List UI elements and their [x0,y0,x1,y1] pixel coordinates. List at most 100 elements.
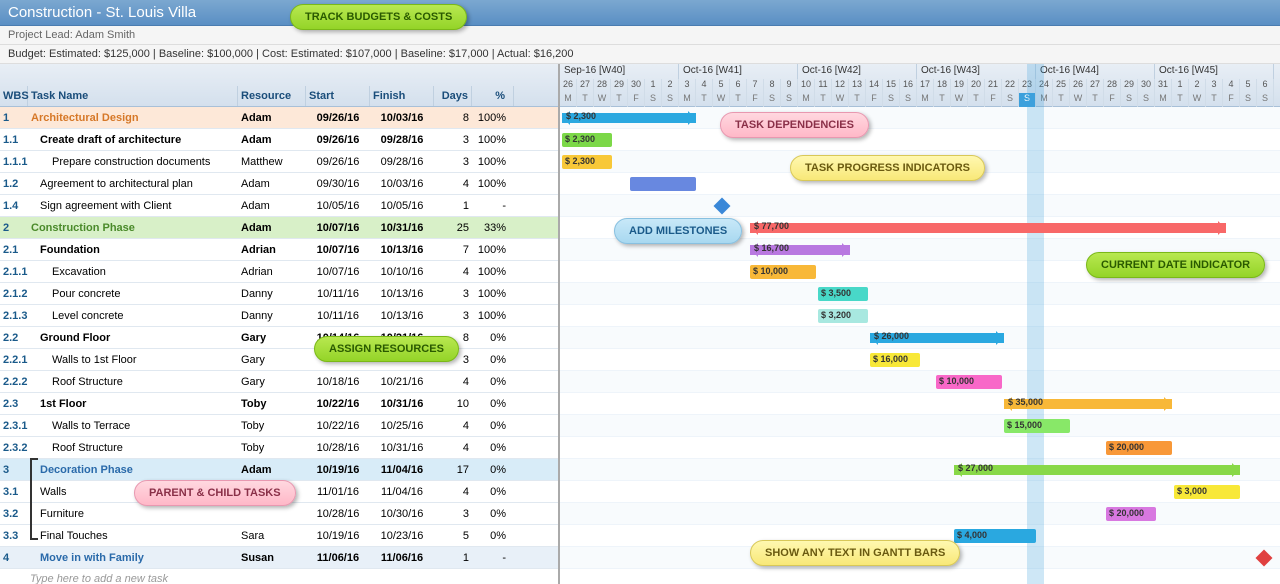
dow: S [1257,93,1274,107]
task-row[interactable]: 2.2Ground FloorGary10/14/1610/21/1680% [0,327,558,349]
col-finish[interactable]: Finish [370,86,434,106]
daynum: 14 [866,79,883,93]
col-resource[interactable]: Resource [238,86,306,106]
dow: S [1240,93,1257,107]
col-percent[interactable]: % [472,86,514,106]
task-row[interactable]: 2.2.2Roof StructureGary10/18/1610/21/164… [0,371,558,393]
task-row[interactable]: 1.1.1Prepare construction documentsMatth… [0,151,558,173]
daynum: 30 [1138,79,1155,93]
gantt-bar[interactable]: $ 3,000 [1174,485,1240,499]
task-row[interactable]: 2.31st FloorToby10/22/1610/31/16100% [0,393,558,415]
gantt-row[interactable]: $ 26,000 [560,327,1280,349]
callout-bartext: SHOW ANY TEXT IN GANTT BARS [750,540,960,566]
gantt-bar[interactable]: $ 20,000 [1106,507,1156,521]
dow: F [1104,93,1121,107]
daynum: 17 [917,79,934,93]
gantt-row[interactable]: $ 2,300 [560,129,1280,151]
gantt-row[interactable]: $ 10,000 [560,371,1280,393]
daynum: 22 [1002,79,1019,93]
task-row[interactable]: 1Architectural DesignAdam09/26/1610/03/1… [0,107,558,129]
daynum: 13 [849,79,866,93]
task-row[interactable]: 2.1FoundationAdrian10/07/1610/13/167100% [0,239,558,261]
gantt-bar[interactable]: $ 3,200 [818,309,868,323]
summary-bar[interactable]: $ 77,700 [750,223,1226,233]
task-row[interactable]: 2.1.2Pour concreteDanny10/11/1610/13/163… [0,283,558,305]
gantt-bar[interactable]: $ 2,300 [562,155,612,169]
daynum: 11 [815,79,832,93]
dow: W [713,93,730,107]
daynum: 28 [1104,79,1121,93]
task-row[interactable]: 2.3.1Walls to TerraceToby10/22/1610/25/1… [0,415,558,437]
task-row[interactable]: 2.1.1ExcavationAdrian10/07/1610/10/16410… [0,261,558,283]
gantt-bar[interactable] [630,177,696,191]
milestone-diamond[interactable] [714,198,731,215]
gantt-row[interactable]: $ 20,000 [560,503,1280,525]
gantt-row[interactable]: $ 15,000 [560,415,1280,437]
daynum: 5 [713,79,730,93]
col-days[interactable]: Days [434,86,472,106]
dow: F [628,93,645,107]
gantt-row[interactable]: $ 20,000 [560,437,1280,459]
task-row[interactable]: 3.3Final TouchesSara10/19/1610/23/1650% [0,525,558,547]
gantt-row[interactable]: $ 35,000 [560,393,1280,415]
col-wbs[interactable]: WBS [0,86,28,106]
gantt-row[interactable]: $ 3,000 [560,481,1280,503]
summary-bar[interactable]: $ 35,000 [1004,399,1172,409]
task-row[interactable]: 2.1.3Level concreteDanny10/11/1610/13/16… [0,305,558,327]
daynum: 6 [1257,79,1274,93]
task-row[interactable]: 3.2Furniture10/28/1610/30/1630% [0,503,558,525]
daynum: 7 [747,79,764,93]
col-start[interactable]: Start [306,86,370,106]
callout-budgets: TRACK BUDGETS & COSTS [290,4,467,30]
dow: S [900,93,917,107]
gantt-row[interactable] [560,195,1280,217]
dow: M [1155,93,1172,107]
summary-bar[interactable]: $ 26,000 [870,333,1004,343]
daynum: 26 [1070,79,1087,93]
dow: T [577,93,594,107]
col-taskname[interactable]: Task Name [28,86,238,106]
gantt-bar[interactable]: $ 20,000 [1106,441,1172,455]
gantt-bar[interactable]: $ 10,000 [750,265,816,279]
budget-line: Budget: Estimated: $125,000 | Baseline: … [0,45,1280,64]
task-row[interactable]: 3Decoration PhaseAdam10/19/1611/04/16170… [0,459,558,481]
dow: T [1087,93,1104,107]
dow: W [1189,93,1206,107]
task-row[interactable]: 4Move in with FamilySusan11/06/1611/06/1… [0,547,558,569]
task-row[interactable]: 1.2Agreement to architectural planAdam09… [0,173,558,195]
daynum: 2 [1189,79,1206,93]
dow: T [1206,93,1223,107]
task-row[interactable]: 2.3.2Roof StructureToby10/28/1610/31/164… [0,437,558,459]
gantt-row[interactable]: $ 2,300 [560,107,1280,129]
gantt-bar[interactable]: $ 16,000 [870,353,920,367]
summary-bar[interactable]: $ 16,700 [750,245,850,255]
summary-bar[interactable]: $ 27,000 [954,465,1240,475]
daynum: 2 [662,79,679,93]
gantt-bar[interactable]: $ 15,000 [1004,419,1070,433]
gantt-row[interactable]: $ 3,200 [560,305,1280,327]
milestone-diamond[interactable] [1256,550,1273,567]
gantt-bar[interactable]: $ 2,300 [562,133,612,147]
gantt-bar[interactable]: $ 3,500 [818,287,868,301]
daynum: 1 [1172,79,1189,93]
dow: S [1121,93,1138,107]
task-row[interactable]: 2Construction PhaseAdam10/07/1610/31/162… [0,217,558,239]
month-header: Oct-16 [W45] [1155,64,1274,79]
gantt-row[interactable]: $ 16,000 [560,349,1280,371]
dow: T [1172,93,1189,107]
task-row[interactable]: 2.2.1Walls to 1st FloorGary30% [0,349,558,371]
gantt-chart[interactable]: Sep-16 [W40]Oct-16 [W41]Oct-16 [W42]Oct-… [560,64,1280,584]
gantt-bar[interactable]: $ 10,000 [936,375,1002,389]
daynum: 4 [1223,79,1240,93]
gantt-row[interactable]: $ 27,000 [560,459,1280,481]
summary-bar[interactable]: $ 2,300 [562,113,696,123]
daynum: 3 [1206,79,1223,93]
task-row[interactable]: 1.4Sign agreement with ClientAdam10/05/1… [0,195,558,217]
dow: F [1223,93,1240,107]
month-header: Sep-16 [W40] [560,64,679,79]
task-row[interactable]: 1.1Create draft of architectureAdam09/26… [0,129,558,151]
gantt-bar[interactable]: $ 4,000 [954,529,1036,543]
gantt-row[interactable]: $ 3,500 [560,283,1280,305]
dow: F [747,93,764,107]
daynum: 1 [645,79,662,93]
